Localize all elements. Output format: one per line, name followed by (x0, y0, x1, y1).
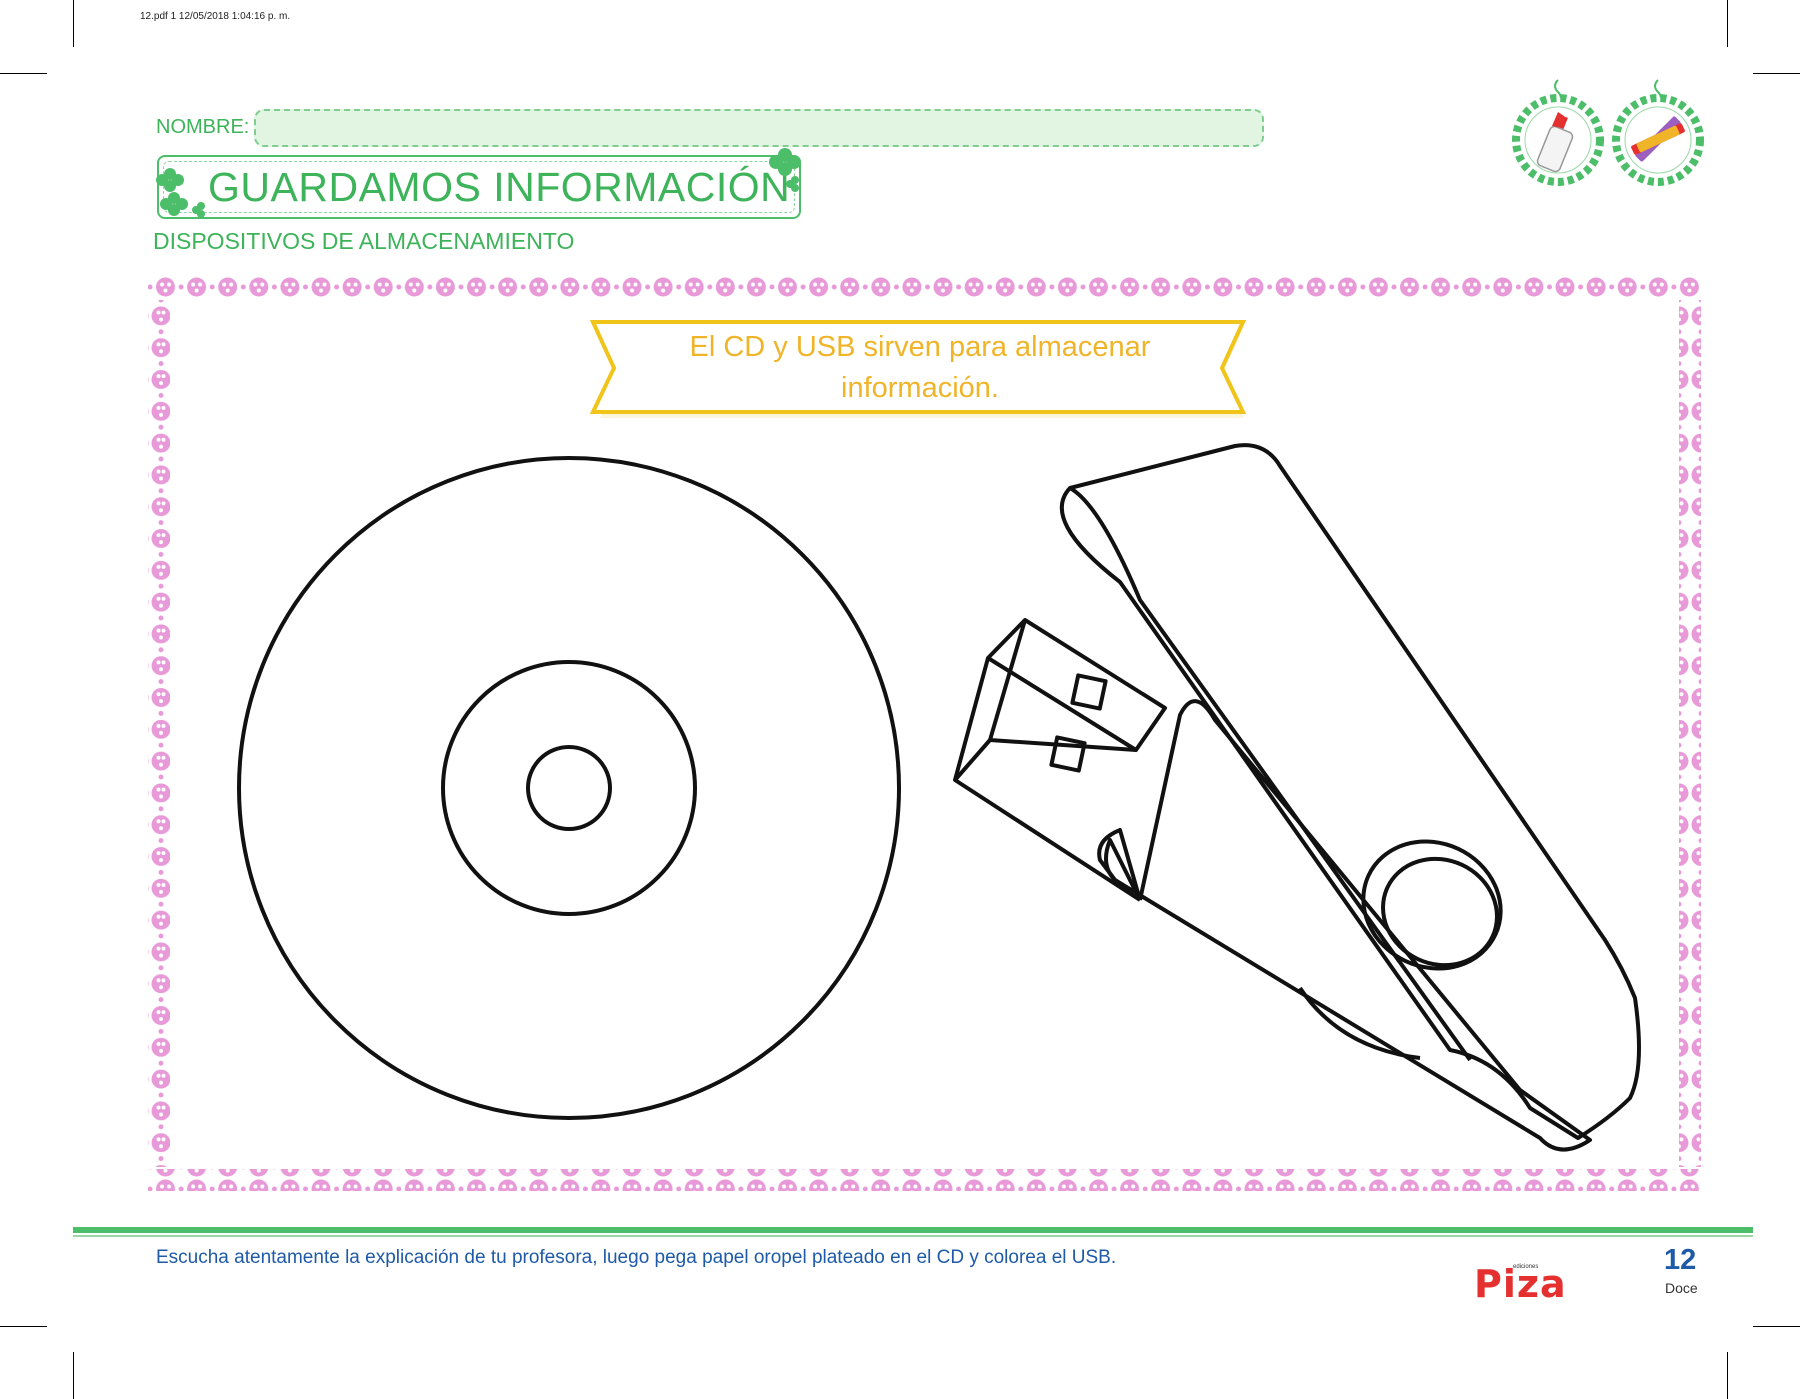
usb-illustration (953, 443, 1641, 1152)
clover-decoration-left (156, 168, 205, 218)
banner-line-2: información. (841, 372, 999, 404)
clover-decoration-right (769, 148, 801, 192)
page-number: 12 (1664, 1244, 1697, 1276)
cd-illustration (237, 456, 901, 1120)
page-number-word: Doce (1665, 1280, 1698, 1296)
crayons-icon (1612, 79, 1704, 186)
publisher-logo: Piza (1474, 1262, 1567, 1306)
illustration-canvas (148, 79, 1704, 1191)
footer-divider (73, 1227, 1753, 1233)
banner-line-1: El CD y USB sirven para almacenar (689, 331, 1151, 363)
footer-divider-thin (73, 1235, 1753, 1237)
glue-bottle-icon (1512, 79, 1604, 186)
instruction-text: Escucha atentamente la explicación de tu… (156, 1247, 1117, 1268)
